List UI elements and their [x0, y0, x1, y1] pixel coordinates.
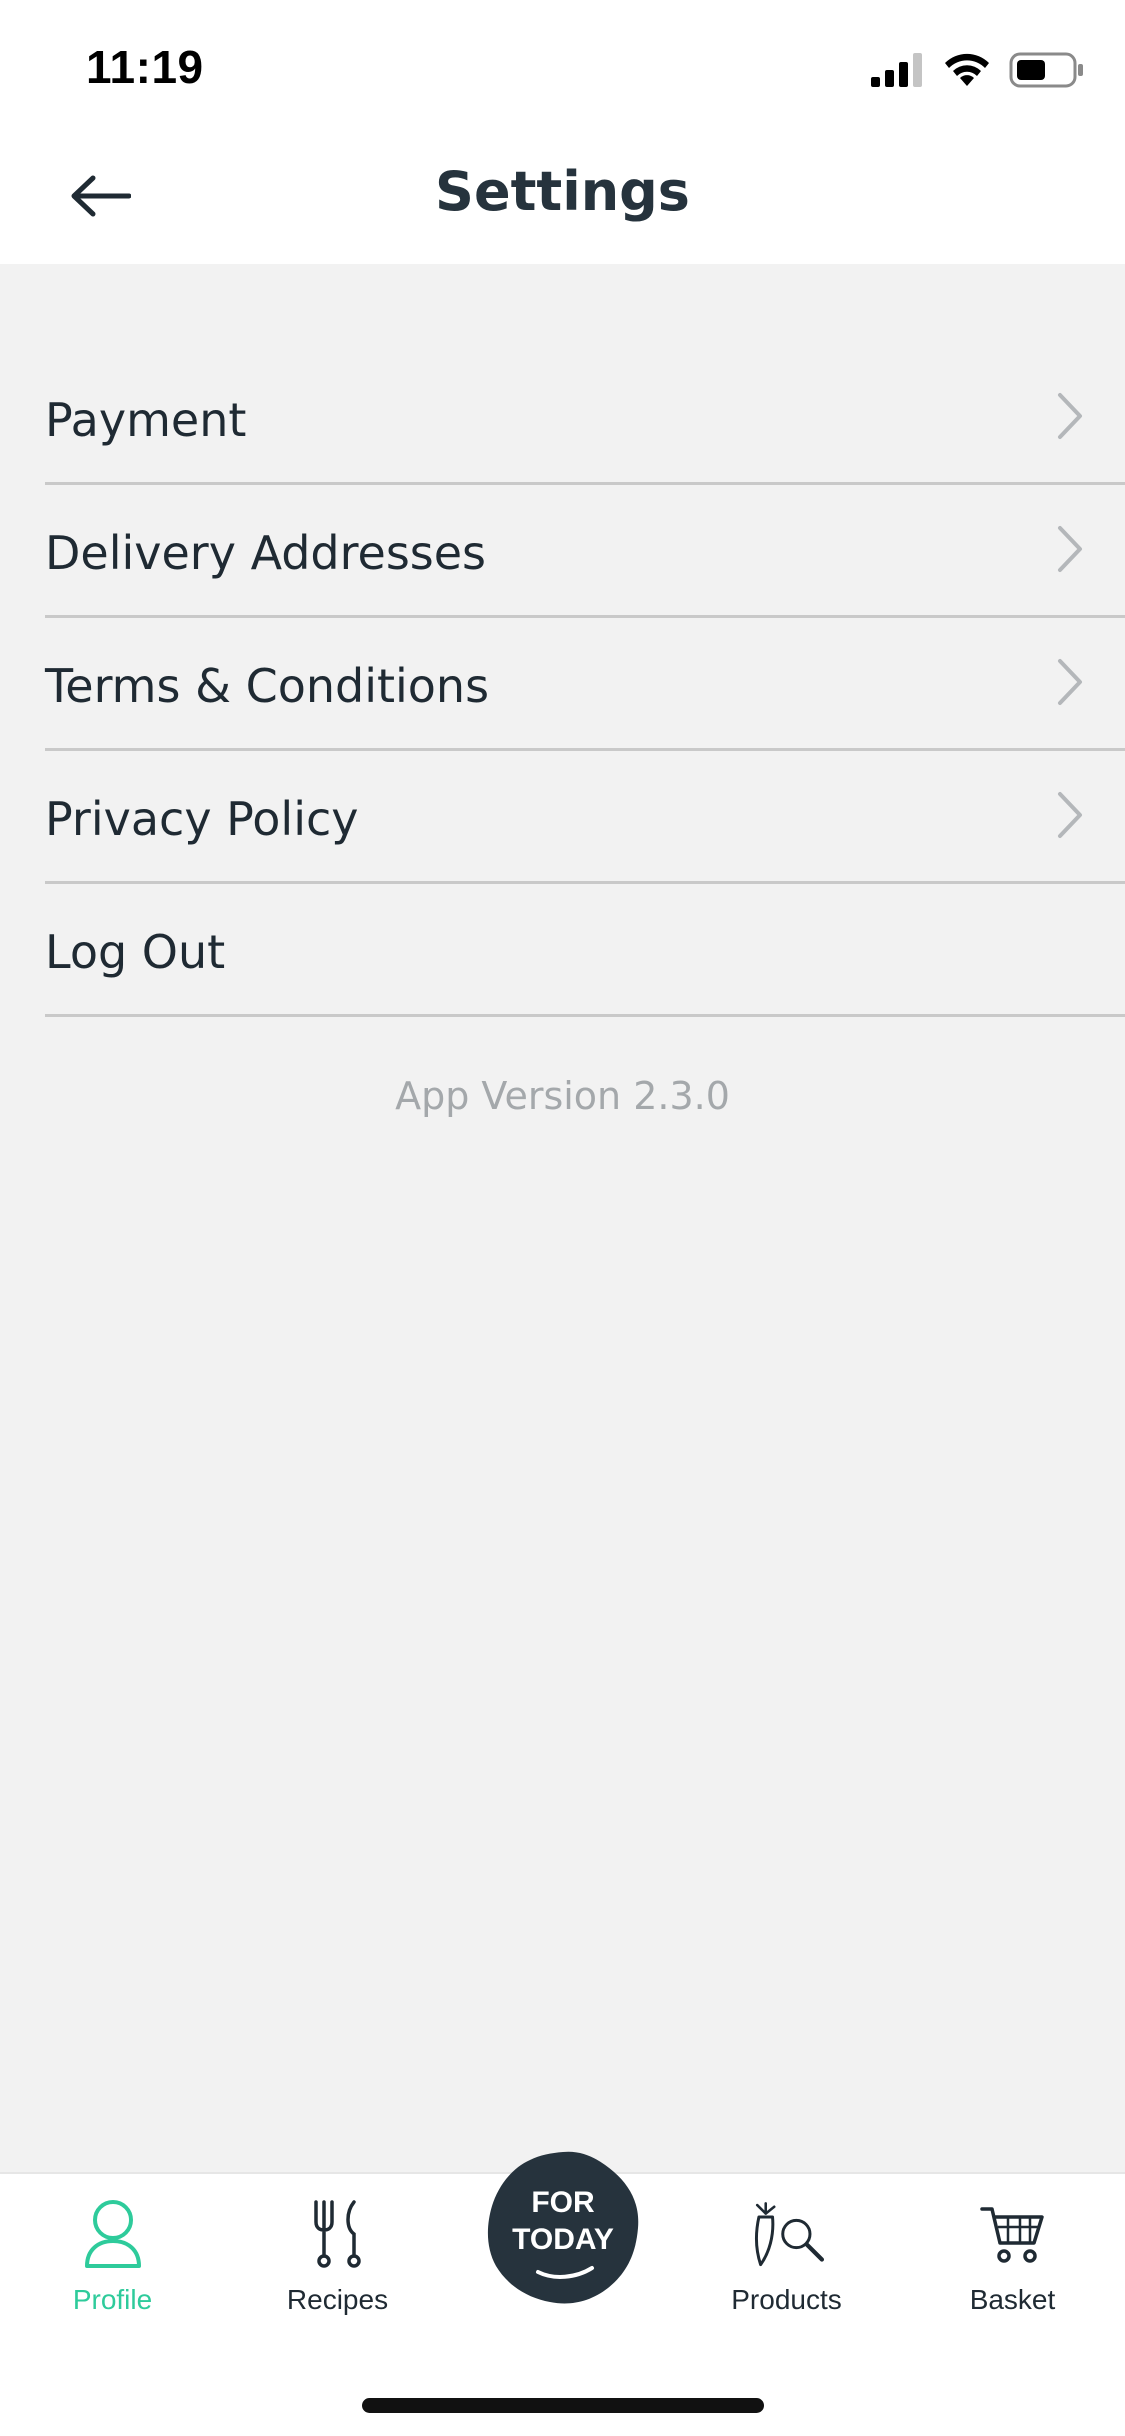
settings-item-label: Terms & Conditions — [45, 659, 490, 713]
tab-label: Basket — [969, 2284, 1056, 2315]
cart-icon — [979, 2207, 1044, 2263]
tab-basket[interactable]: Basket — [900, 2174, 1125, 2334]
tab-label: Profile — [72, 2284, 153, 2315]
settings-item-payment[interactable]: Payment — [45, 352, 1125, 485]
settings-item-label: Log Out — [45, 925, 226, 979]
settings-item-terms-conditions[interactable]: Terms & Conditions — [45, 618, 1125, 751]
tab-profile[interactable]: Profile — [0, 2174, 225, 2334]
bottom-tab-bar: Profile Recipes FOR TODAY Products Baske… — [0, 2151, 1125, 2436]
settings-item-delivery-addresses[interactable]: Delivery Addresses — [45, 485, 1125, 618]
top-bar: 11:19 Settings — [0, 0, 1125, 264]
carrot-search-icon — [754, 2202, 824, 2267]
status-time: 11:19 — [86, 41, 204, 93]
tab-recipes[interactable]: Recipes — [225, 2174, 450, 2334]
settings-item-label: Delivery Addresses — [45, 526, 487, 580]
app-version: App Version 2.3.0 — [395, 1074, 730, 1118]
tab-products[interactable]: Products — [674, 2174, 899, 2334]
for-today-button[interactable]: FOR TODAY — [484, 2148, 642, 2306]
chevron-right-icon — [1058, 526, 1082, 572]
page-title: Settings — [435, 160, 690, 223]
home-indicator[interactable] — [362, 2398, 764, 2413]
chevron-right-icon — [1058, 659, 1082, 705]
profile-icon — [84, 2200, 141, 2268]
settings-item-privacy-policy[interactable]: Privacy Policy — [45, 751, 1125, 884]
battery-icon — [1009, 52, 1083, 88]
for-today-badge-icon: FOR TODAY — [487, 2151, 639, 2304]
wifi-icon — [945, 53, 989, 86]
tab-label: Recipes — [286, 2284, 389, 2315]
settings-item-label: Payment — [45, 393, 247, 447]
settings-item-log-out[interactable]: Log Out — [45, 884, 1125, 1017]
chevron-right-icon — [1058, 792, 1082, 838]
settings-item-label: Privacy Policy — [45, 792, 359, 846]
settings-screen: 11:19 Settings Payment Delivery Addresse… — [0, 0, 1125, 2436]
for-today-line1: FOR — [531, 2186, 595, 2219]
tab-label: Products — [731, 2284, 842, 2315]
for-today-line2: TODAY — [512, 2223, 614, 2256]
settings-list: Payment Delivery Addresses Terms & Condi… — [0, 352, 1125, 1017]
status-icons — [871, 48, 1085, 92]
cellular-signal-icon — [871, 53, 922, 87]
cutlery-icon — [313, 2200, 361, 2268]
chevron-right-icon — [1058, 393, 1082, 439]
